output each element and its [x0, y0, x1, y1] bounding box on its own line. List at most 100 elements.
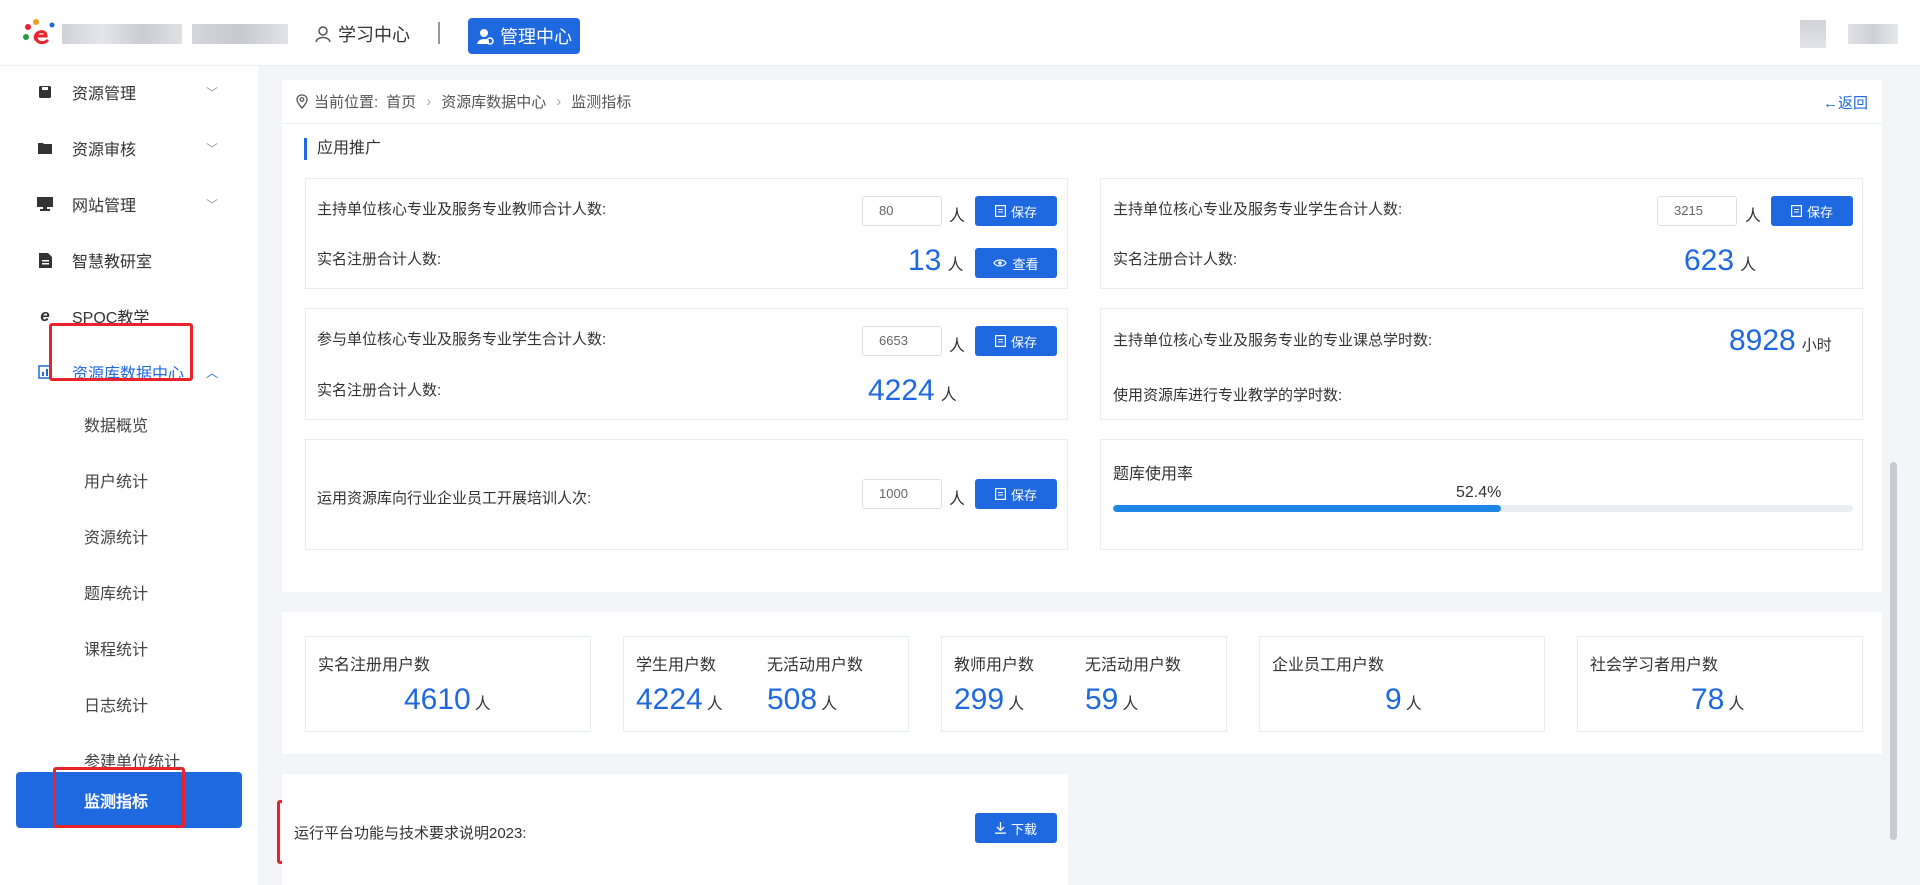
sub-item-label: 参建单位统计 [84, 754, 181, 771]
stat-number: 78 [1691, 683, 1725, 716]
save-button[interactable]: 保存 [1771, 196, 1853, 226]
sidebar-item-spoc[interactable]: e SPOC教学 [0, 296, 258, 336]
save-label: 保存 [1806, 204, 1833, 220]
sub-item-resource-stats[interactable]: 资源统计 [0, 516, 258, 556]
stat-card-social: 社会学习者用户数 78 人 [1577, 636, 1863, 732]
stat-value-enterprise: 9人 [1385, 683, 1422, 717]
nav-admin-label: 管理中心 [500, 27, 572, 47]
save-button[interactable]: 保存 [975, 479, 1057, 509]
stat-number: 299 [954, 683, 1005, 716]
user-icon [315, 26, 331, 43]
save-button[interactable]: 保存 [975, 196, 1057, 226]
username-blurred [1848, 24, 1898, 44]
usage-progress-bar [1113, 505, 1853, 512]
registered-total-label: 实名注册合计人数: [317, 382, 442, 399]
sidebar-item-resource-management[interactable]: 资源管理 ﹀ [0, 72, 258, 112]
breadcrumb-current: 监测指标 [571, 94, 632, 111]
unit-label: 人 [1745, 208, 1762, 225]
sidebar-item-label: 智慧教研室 [72, 254, 153, 271]
download-label: 下载 [1010, 821, 1037, 837]
nav-divider [438, 22, 440, 44]
stat-value-students-inactive: 508 人 [767, 683, 837, 717]
save-icon [994, 488, 1006, 500]
participant-students-input[interactable]: 6653 [862, 326, 942, 356]
unit-label: 人 [949, 338, 966, 355]
save-button[interactable]: 保存 [975, 326, 1057, 356]
course-hours-number: 8928 [1729, 324, 1796, 357]
registered-teachers-number: 13 [908, 244, 942, 277]
eye-icon [993, 259, 1008, 267]
nav-admin-center[interactable]: 管理中心 [468, 18, 580, 54]
sub-item-monitoring-indicators[interactable]: 监测指标 [16, 772, 242, 828]
document-icon [36, 251, 54, 269]
host-teachers-label: 主持单位核心专业及服务专业教师合计人数: [317, 201, 607, 218]
avatar[interactable] [1800, 20, 1826, 48]
save-label: 保存 [1010, 204, 1037, 220]
sub-item-course-stats[interactable]: 课程统计 [0, 628, 258, 668]
save-icon [994, 335, 1006, 347]
registered-participants-value: 4224 人 [868, 374, 957, 408]
sidebar-item-data-center[interactable]: 资源库数据中心 ︿ [0, 352, 258, 392]
stat-label: 教师用户数 [954, 657, 1035, 674]
sub-item-label: 用户统计 [84, 474, 149, 491]
chart-icon [36, 363, 54, 381]
registered-students-number: 623 [1684, 244, 1735, 277]
back-link[interactable]: ←返回 [1823, 92, 1868, 113]
sidebar-item-resource-review[interactable]: 资源审核 ﹀ [0, 128, 258, 168]
vertical-scrollbar[interactable] [1890, 462, 1897, 840]
section-title: 应用推广 [304, 138, 381, 160]
sidebar-item-label: 资源审核 [72, 142, 137, 159]
sidebar-item-smart-research[interactable]: 智慧教研室 [0, 240, 258, 280]
view-label: 查看 [1012, 256, 1039, 272]
sidebar-item-site-management[interactable]: 网站管理 ﹀ [0, 184, 258, 224]
save-label: 保存 [1010, 334, 1037, 350]
sub-item-question-bank-stats[interactable]: 题库统计 [0, 572, 258, 612]
stat-number: 59 [1085, 683, 1119, 716]
sub-item-data-overview[interactable]: 数据概览 [0, 404, 258, 444]
breadcrumb-home[interactable]: 首页 [386, 91, 416, 112]
registered-total-label: 实名注册合计人数: [1113, 251, 1238, 268]
unit-label: 人 [1728, 696, 1745, 713]
stat-value-students: 4224 人 [636, 683, 723, 717]
host-students-input[interactable]: 3215 [1657, 196, 1737, 226]
stat-number: 9 [1385, 683, 1402, 716]
sub-item-label: 资源统计 [84, 530, 149, 547]
stat-value-teachers: 299 人 [954, 683, 1024, 717]
nav-learning-center[interactable]: 学习中心 [314, 22, 410, 46]
sub-item-label: 日志统计 [84, 698, 149, 715]
unit-label: 人 [1008, 696, 1025, 713]
location-pin-icon [296, 94, 308, 109]
usage-progress-fill [1113, 505, 1501, 512]
nav-learning-label: 学习中心 [338, 25, 410, 45]
unit-label: 人 [1740, 257, 1757, 274]
breadcrumb-prefix: 当前位置: [314, 94, 379, 111]
stat-label: 学生用户数 [636, 657, 717, 674]
host-teachers-input[interactable]: 80 [862, 196, 942, 226]
download-button[interactable]: 下载 [975, 813, 1057, 843]
stat-card-students: 学生用户数 无活动用户数 4224 人 508 人 [623, 636, 909, 732]
course-hours-label: 主持单位核心专业及服务专业的专业课总学时数: [1113, 332, 1433, 349]
stat-value-teachers-inactive: 59 人 [1085, 683, 1138, 717]
site-name-blurred [62, 24, 182, 44]
stat-card-enterprise: 企业员工用户数 9人 [1259, 636, 1545, 732]
unit-label: 人 [949, 208, 966, 225]
unit-label: 人 [940, 387, 957, 404]
registered-participants-number: 4224 [868, 374, 935, 407]
registered-teachers-value: 13 人 [908, 244, 963, 278]
unit-label: 人 [947, 257, 964, 274]
enterprise-training-input[interactable]: 1000 [862, 479, 942, 509]
save-icon [36, 83, 54, 101]
sub-item-log-stats[interactable]: 日志统计 [0, 684, 258, 724]
stat-label: 社会学习者用户数 [1590, 657, 1719, 674]
stat-number: 4224 [636, 683, 703, 716]
chevron-right-icon: › [426, 93, 432, 110]
unit-label: 人 [1122, 696, 1139, 713]
stat-label: 实名注册用户数 [318, 657, 431, 674]
chevron-right-icon: › [556, 93, 562, 110]
sub-item-label: 数据概览 [84, 418, 149, 435]
site-subtitle-blurred [192, 24, 288, 44]
view-button[interactable]: 查看 [975, 248, 1057, 278]
sub-item-user-stats[interactable]: 用户统计 [0, 460, 258, 500]
logo-icon [23, 19, 55, 45]
breadcrumb-data-center[interactable]: 资源库数据中心 [441, 91, 546, 112]
